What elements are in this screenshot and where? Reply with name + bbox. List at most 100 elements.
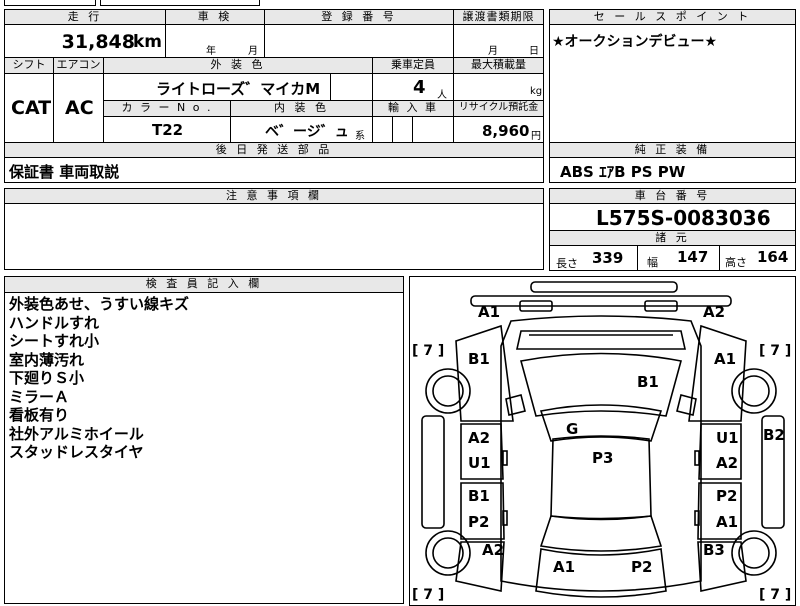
- recycle-unit: 円: [531, 131, 541, 142]
- capacity-cell: 4 人: [372, 73, 454, 101]
- tire-tread-rear-left: [ 7 ]: [412, 587, 444, 603]
- recycle-header: リサイクル預託金: [453, 100, 544, 117]
- sales-point-cell: ★オークションデビュー★: [549, 24, 796, 143]
- recycle-cell: 8,960 円: [453, 116, 544, 143]
- exterior-color-divider: [330, 73, 331, 101]
- shift-value: CAT: [11, 97, 52, 119]
- max-load-header: 最大積載量: [453, 57, 544, 74]
- notes-header: 注 意 事 項 欄: [4, 188, 544, 204]
- specs-header: 諸 元: [549, 230, 796, 246]
- height-label: 高さ: [725, 256, 747, 269]
- mileage-unit: km: [132, 32, 162, 52]
- handle: [502, 510, 508, 526]
- handle: [502, 450, 508, 466]
- specs-divider-1: [637, 245, 638, 271]
- top-strip: [4, 0, 96, 6]
- tire-tread-front-left: [ 7 ]: [412, 343, 444, 359]
- code-left-rear-door-2: P2: [468, 513, 489, 531]
- import-divider-2: [412, 116, 413, 143]
- width-value: 147: [677, 248, 709, 266]
- code-right-front-door-1: U1: [716, 429, 739, 447]
- color-no-cell: T22: [103, 116, 231, 143]
- code-front-left: A1: [478, 303, 500, 321]
- chassis-number: L575S-0083036: [596, 206, 771, 230]
- inspection-month: 月: [248, 46, 258, 57]
- remark-line: スタッドレスタイヤ: [9, 443, 144, 461]
- mileage-cell: 31,848 km: [4, 24, 166, 58]
- import-header: 輸 入 車: [372, 100, 454, 117]
- registration-cell: [264, 24, 454, 58]
- length-value: 339: [592, 249, 624, 267]
- remark-line: ミラーＡ: [9, 387, 70, 406]
- remark-line: シートすれ小: [9, 332, 100, 350]
- transfer-header: 譲渡書類期限: [453, 9, 544, 25]
- inspection-cell: 年 月: [165, 24, 265, 58]
- code-windshield: G: [566, 420, 578, 438]
- code-front-right: A2: [703, 303, 725, 321]
- code-side-b2: B2: [763, 426, 785, 444]
- code-rear-right: P2: [631, 558, 652, 576]
- code-rear-left-quarter: A2: [482, 541, 504, 559]
- shift-cell: CAT: [4, 73, 54, 143]
- code-left-front-door-2: U1: [468, 454, 491, 472]
- ac-cell: AC: [53, 73, 104, 143]
- left-skirt: [421, 415, 445, 529]
- color-no-header: カ ラ ー N o .: [103, 100, 231, 117]
- ac-header: エアコン: [53, 57, 104, 74]
- remark-line: 社外アルミホイール: [9, 424, 144, 443]
- exterior-color-header: 外 装 色: [103, 57, 373, 74]
- equipment-header: 純 正 装 備: [549, 142, 796, 158]
- handle: [694, 510, 700, 526]
- code-roof: P3: [592, 449, 613, 467]
- interior-color-value: ベ゛ージ゛ュ: [265, 124, 349, 140]
- ac-value: AC: [65, 97, 94, 119]
- shift-header: シフト: [4, 57, 54, 74]
- equipment-text: ABS ｴｱB PS PW: [560, 163, 686, 181]
- interior-color-suffix: 系: [355, 131, 365, 142]
- sales-point-header: セ ー ル ス ポ イ ン ト: [549, 9, 796, 25]
- chassis-header: 車 台 番 号: [549, 188, 796, 204]
- interior-color-header: 内 装 色: [230, 100, 373, 117]
- capacity-value: 4: [413, 77, 426, 98]
- car-diagram: A1 A2 B1 A1 B1 G P3 B2 A2 U1 U1 A2 B1 P2…: [412, 281, 791, 603]
- height-value: 164: [757, 248, 789, 266]
- remark-line: ハンドルすれ: [9, 313, 100, 332]
- length-label: 長さ: [556, 257, 578, 270]
- max-load-unit: kg: [530, 86, 543, 97]
- exterior-color-value: ライトローズ゛マイカM: [156, 80, 321, 98]
- transfer-month: 月: [488, 46, 498, 57]
- transfer-day: 日: [529, 46, 539, 57]
- code-rear-left: A1: [553, 558, 575, 576]
- sales-point-text: ★オークションデビュー★: [552, 34, 718, 50]
- tire: [738, 537, 770, 569]
- max-load-cell: kg: [453, 73, 544, 101]
- inspector-header: 検 査 員 記 入 欄: [4, 276, 404, 293]
- code-fender-right: A1: [714, 350, 736, 368]
- rear-window: [539, 515, 663, 552]
- front-bumper: [470, 295, 732, 307]
- inspection-year: 年: [206, 46, 216, 57]
- damage-diagram-frame: A1 A2 B1 A1 B1 G P3 B2 A2 U1 U1 A2 B1 P2…: [409, 276, 796, 606]
- code-left-rear-door-1: B1: [468, 487, 490, 505]
- mirror-right: [676, 394, 697, 416]
- registration-header: 登 録 番 号: [264, 9, 454, 25]
- import-cell: [372, 116, 454, 143]
- code-right-front-door-2: A2: [716, 454, 738, 472]
- inspection-header: 車 検: [165, 9, 265, 25]
- tire-tread-rear-right: [ 7 ]: [759, 587, 791, 603]
- code-rear-right-quarter: B3: [703, 541, 725, 559]
- width-label: 幅: [647, 256, 658, 269]
- later-parts-cell: 保証書 車両取説: [4, 157, 544, 183]
- notes-cell: [4, 203, 544, 270]
- code-right-rear-door-1: P2: [716, 487, 737, 505]
- exterior-color-cell: ライトローズ゛マイカM: [103, 73, 373, 101]
- remark-line: 外装色あせ、うすい線キズ: [9, 295, 190, 313]
- mileage-header: 走 行: [4, 9, 166, 25]
- later-parts-value: 保証書 車両取説: [9, 163, 120, 181]
- code-fender-left: B1: [468, 350, 490, 368]
- front-bumper-top: [530, 281, 678, 293]
- interior-color-cell: ベ゛ージ゛ュ 系: [230, 116, 373, 143]
- code-hood: B1: [637, 373, 659, 391]
- code-right-rear-door-2: A1: [716, 513, 738, 531]
- hood: [516, 330, 686, 350]
